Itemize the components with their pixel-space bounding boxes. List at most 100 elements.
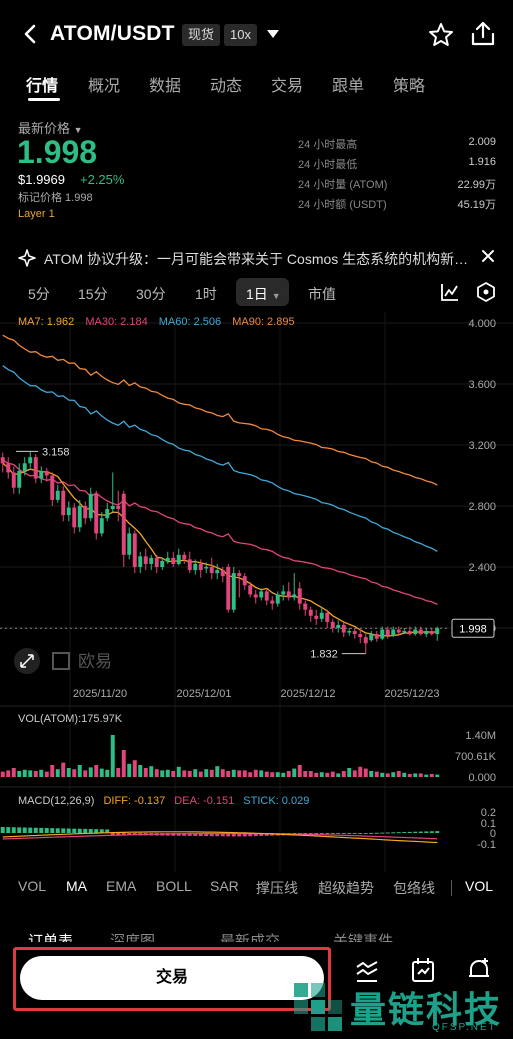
indicator-envelope[interactable]: 包络线 xyxy=(393,878,435,898)
candle-body xyxy=(187,559,192,571)
candle-body xyxy=(391,629,396,636)
macd-bar xyxy=(72,828,77,833)
volume-bar xyxy=(121,750,126,777)
volume-bar xyxy=(193,769,198,777)
macd-legend: MACD(12,26,9) DIFF: -0.137 DEA: -0.151 S… xyxy=(18,795,315,807)
macd-bar xyxy=(94,829,99,833)
macd-bar xyxy=(44,828,49,833)
tab-copy-trading[interactable]: 跟单 xyxy=(332,72,364,96)
tab-overview[interactable]: 概况 xyxy=(88,72,120,96)
volume-bar xyxy=(11,768,16,777)
indicator-ma[interactable]: MA xyxy=(66,878,87,894)
candle-body xyxy=(314,615,319,619)
macd-bar xyxy=(83,828,88,833)
macd-bar xyxy=(88,829,93,833)
tab-strategy[interactable]: 策略 xyxy=(393,72,425,96)
candle-body xyxy=(286,591,291,598)
ma7-value: MA7: 1.962 xyxy=(18,316,75,328)
indicator-vol[interactable]: VOL xyxy=(18,878,46,894)
low-marker-label: 1.832 xyxy=(310,649,338,661)
indicator-chart-icon[interactable] xyxy=(440,282,460,302)
settings-hexagon-icon[interactable] xyxy=(476,282,496,302)
candle-body xyxy=(281,591,286,595)
volume-bar xyxy=(407,774,412,777)
volume-bar xyxy=(33,771,38,777)
timeframe-market-cap[interactable]: 市值 xyxy=(308,284,336,304)
candle-body xyxy=(259,591,264,598)
volume-bar xyxy=(347,768,352,777)
candle-body xyxy=(110,506,115,510)
stat-key: 24 小时最低 xyxy=(298,159,358,171)
news-banner[interactable]: ATOM 协议升级：一月可能会带来关于 Cosmos 生态系统的机构新… xyxy=(0,244,513,272)
current-price-label: 1.998 xyxy=(459,623,487,635)
date-tick-label: 2025/12/23 xyxy=(384,688,439,700)
indicator-sar[interactable]: SAR xyxy=(210,878,239,894)
timeframe-1d[interactable]: 1日 ▼ xyxy=(246,284,281,304)
chart-area[interactable]: 4.0003.6003.2002.8002.4002.0003.1581.832… xyxy=(0,312,513,872)
indicator-support-resistance[interactable]: 撑压线 xyxy=(256,878,298,898)
macd-params: MACD(12,26,9) xyxy=(18,795,95,807)
high-marker-label: 3.158 xyxy=(42,446,70,458)
date-tick-label: 2025/12/12 xyxy=(280,688,335,700)
header-bar: ATOM/USDT 现货 10x xyxy=(0,0,513,66)
volume-bar xyxy=(39,769,44,777)
indicator-vol-sub[interactable]: VOL xyxy=(465,878,493,894)
candle-body xyxy=(319,612,324,619)
category-badge[interactable]: Layer 1 xyxy=(18,208,55,220)
macd-bar xyxy=(380,832,385,834)
candle-body xyxy=(132,533,137,567)
candle-body xyxy=(226,567,231,610)
share-icon[interactable] xyxy=(470,20,496,48)
timeframe-15m[interactable]: 15分 xyxy=(78,284,108,304)
date-tick-label: 2025/12/01 xyxy=(176,688,231,700)
news-text[interactable]: ATOM 协议升级：一月可能会带来关于 Cosmos 生态系统的机构新… xyxy=(44,249,474,269)
indicator-ema[interactable]: EMA xyxy=(106,878,136,894)
timeframe-1h[interactable]: 1时 xyxy=(195,284,217,304)
volume-tick-label: 0.000 xyxy=(468,772,496,784)
volume-bar xyxy=(215,766,220,777)
macd-bar xyxy=(385,832,390,834)
indicator-boll[interactable]: BOLL xyxy=(156,878,192,894)
close-icon[interactable] xyxy=(480,248,496,264)
timeframe-30m[interactable]: 30分 xyxy=(136,284,166,304)
macd-bar xyxy=(429,831,434,833)
volume-tick-label: 700.61K xyxy=(455,751,497,763)
volume-bar xyxy=(66,768,71,777)
candle-body xyxy=(380,629,385,639)
macd-bar xyxy=(6,827,11,833)
volume-bar xyxy=(341,771,346,777)
tab-trade[interactable]: 交易 xyxy=(271,72,303,96)
tab-market[interactable]: 行情 xyxy=(26,72,58,96)
candle-body xyxy=(231,573,236,610)
stat-value: 1.916 xyxy=(468,156,496,168)
watermark-site: QFSP.NET xyxy=(432,1022,497,1033)
candle-body xyxy=(149,557,154,564)
favorite-star-icon[interactable] xyxy=(428,22,454,48)
macd-bar xyxy=(319,833,324,835)
volume-bar xyxy=(83,770,88,777)
timeframe-5m[interactable]: 5分 xyxy=(28,284,50,304)
candle-body xyxy=(160,560,165,567)
macd-bar xyxy=(363,833,368,834)
indicator-supertrend[interactable]: 超级趋势 xyxy=(318,878,374,898)
pair-title[interactable]: ATOM/USDT xyxy=(50,22,175,46)
timeframe-bar: 5分 15分 30分 1时 1日 ▼ 市值 xyxy=(0,278,513,308)
tab-data[interactable]: 数据 xyxy=(149,72,181,96)
usd-price: $1.9969 xyxy=(18,172,65,187)
candle-body xyxy=(55,490,60,500)
tab-feed[interactable]: 动态 xyxy=(210,72,242,96)
ma90-line xyxy=(2,334,438,486)
trade-button[interactable]: 交易 xyxy=(20,956,324,1000)
candle-body xyxy=(308,609,313,616)
candle-body xyxy=(6,463,11,473)
volume-bar xyxy=(171,771,176,777)
volume-bar xyxy=(314,772,319,777)
ma30-line xyxy=(2,459,438,605)
back-arrow-icon[interactable] xyxy=(18,20,42,48)
candle-body xyxy=(66,507,71,516)
volume-bar xyxy=(132,760,137,777)
chevron-down-icon[interactable] xyxy=(266,29,280,39)
sparkle-icon xyxy=(18,249,36,267)
volume-bar xyxy=(402,772,407,777)
macd-tick-label: -0.1 xyxy=(477,839,496,851)
